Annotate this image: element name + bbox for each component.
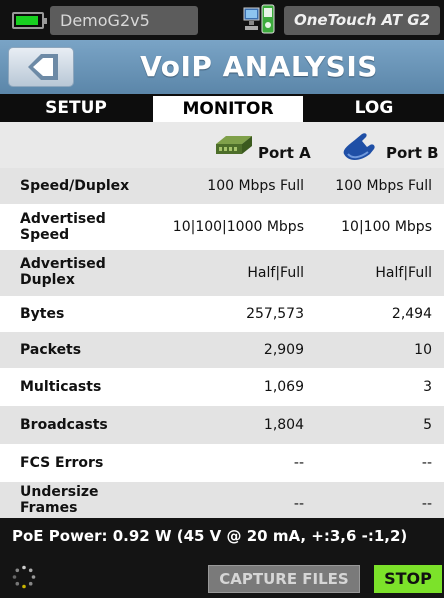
capture-files-button[interactable]: CAPTURE FILES [208, 565, 360, 593]
table-row: FCS Errors -- -- [0, 444, 444, 482]
row-label: FCS Errors [20, 455, 104, 471]
port-b-value: Half|Full [375, 265, 432, 281]
row-label: Undersize Frames [20, 484, 99, 516]
port-a-header: Port A [214, 132, 314, 162]
model-name: OneTouch AT G2 [284, 6, 440, 35]
port-a-value: Half|Full [247, 265, 304, 281]
port-b-value: 10|100 Mbps [341, 219, 432, 235]
table-row: Broadcasts 1,804 5 [0, 406, 444, 444]
port-a-value: 1,804 [263, 417, 304, 433]
port-b-value: 10 [414, 342, 432, 358]
battery-icon [12, 12, 47, 29]
row-label: Bytes [20, 306, 65, 322]
back-button[interactable] [8, 47, 74, 87]
port-a-value: 2,909 [263, 342, 304, 358]
row-label: Packets [20, 342, 82, 358]
table-row: Advertised Duplex Half|Full Half|Full [0, 250, 444, 296]
tab-monitor[interactable]: MONITOR [153, 96, 303, 122]
port-b-value: 2,494 [391, 306, 432, 322]
port-a-value: 257,573 [246, 306, 304, 322]
tab-setup[interactable]: SETUP [0, 94, 152, 122]
table-row: Speed/Duplex 100 Mbps Full 100 Mbps Full [0, 168, 444, 204]
port-stats-table[interactable]: Port A Port B Speed/Duplex 100 Mbps Full… [0, 122, 444, 518]
port-a-value: 100 Mbps Full [207, 178, 304, 194]
table-row: Undersize Frames -- -- [0, 482, 444, 518]
port-a-value: 10|100|1000 Mbps [172, 219, 304, 235]
table-row: Bytes 257,573 2,494 [0, 296, 444, 332]
row-label: Speed/Duplex [20, 178, 130, 194]
network-status-icon[interactable] [243, 4, 277, 36]
port-a-value: 1,069 [263, 379, 304, 395]
port-b-label: Port B [386, 144, 439, 162]
page-title: VoIP ANALYSIS [140, 50, 378, 83]
port-b-value: -- [421, 455, 432, 471]
table-row: Packets 2,909 10 [0, 332, 444, 368]
port-b-value: 100 Mbps Full [335, 178, 432, 194]
tab-log[interactable]: LOG [304, 94, 444, 122]
port-a-label: Port A [258, 144, 311, 162]
table-header: Port A Port B [0, 122, 444, 168]
port-b-value: 5 [423, 417, 432, 433]
table-row: Advertised Speed 10|100|1000 Mbps 10|100… [0, 204, 444, 250]
footer-bar: PoE Power: 0.92 W (45 V @ 20 mA, +:3,6 -… [0, 518, 444, 598]
row-label: Advertised Duplex [20, 256, 106, 288]
poe-power-status: PoE Power: 0.92 W (45 V @ 20 mA, +:3,6 -… [12, 527, 408, 545]
row-label: Multicasts [20, 379, 102, 395]
port-a-value: -- [293, 455, 304, 471]
port-b-value: 3 [423, 379, 432, 395]
back-arrow-icon [28, 54, 58, 80]
tab-bar: SETUP MONITOR LOG [0, 94, 444, 122]
port-a-value: -- [293, 496, 304, 512]
status-bar: DemoG2v5 OneTouch AT G2 [0, 0, 444, 40]
row-label: Advertised Speed [20, 211, 106, 243]
row-label: Broadcasts [20, 417, 108, 433]
port-b-header: Port B [340, 132, 440, 162]
phone-icon [343, 133, 375, 160]
table-row: Multicasts 1,069 3 [0, 368, 444, 406]
title-bar: VoIP ANALYSIS [0, 40, 444, 94]
switch-port-icon [216, 136, 252, 154]
busy-spinner-icon [12, 565, 36, 589]
port-b-value: -- [421, 496, 432, 512]
device-name[interactable]: DemoG2v5 [50, 6, 198, 35]
stop-button[interactable]: STOP [374, 565, 442, 593]
